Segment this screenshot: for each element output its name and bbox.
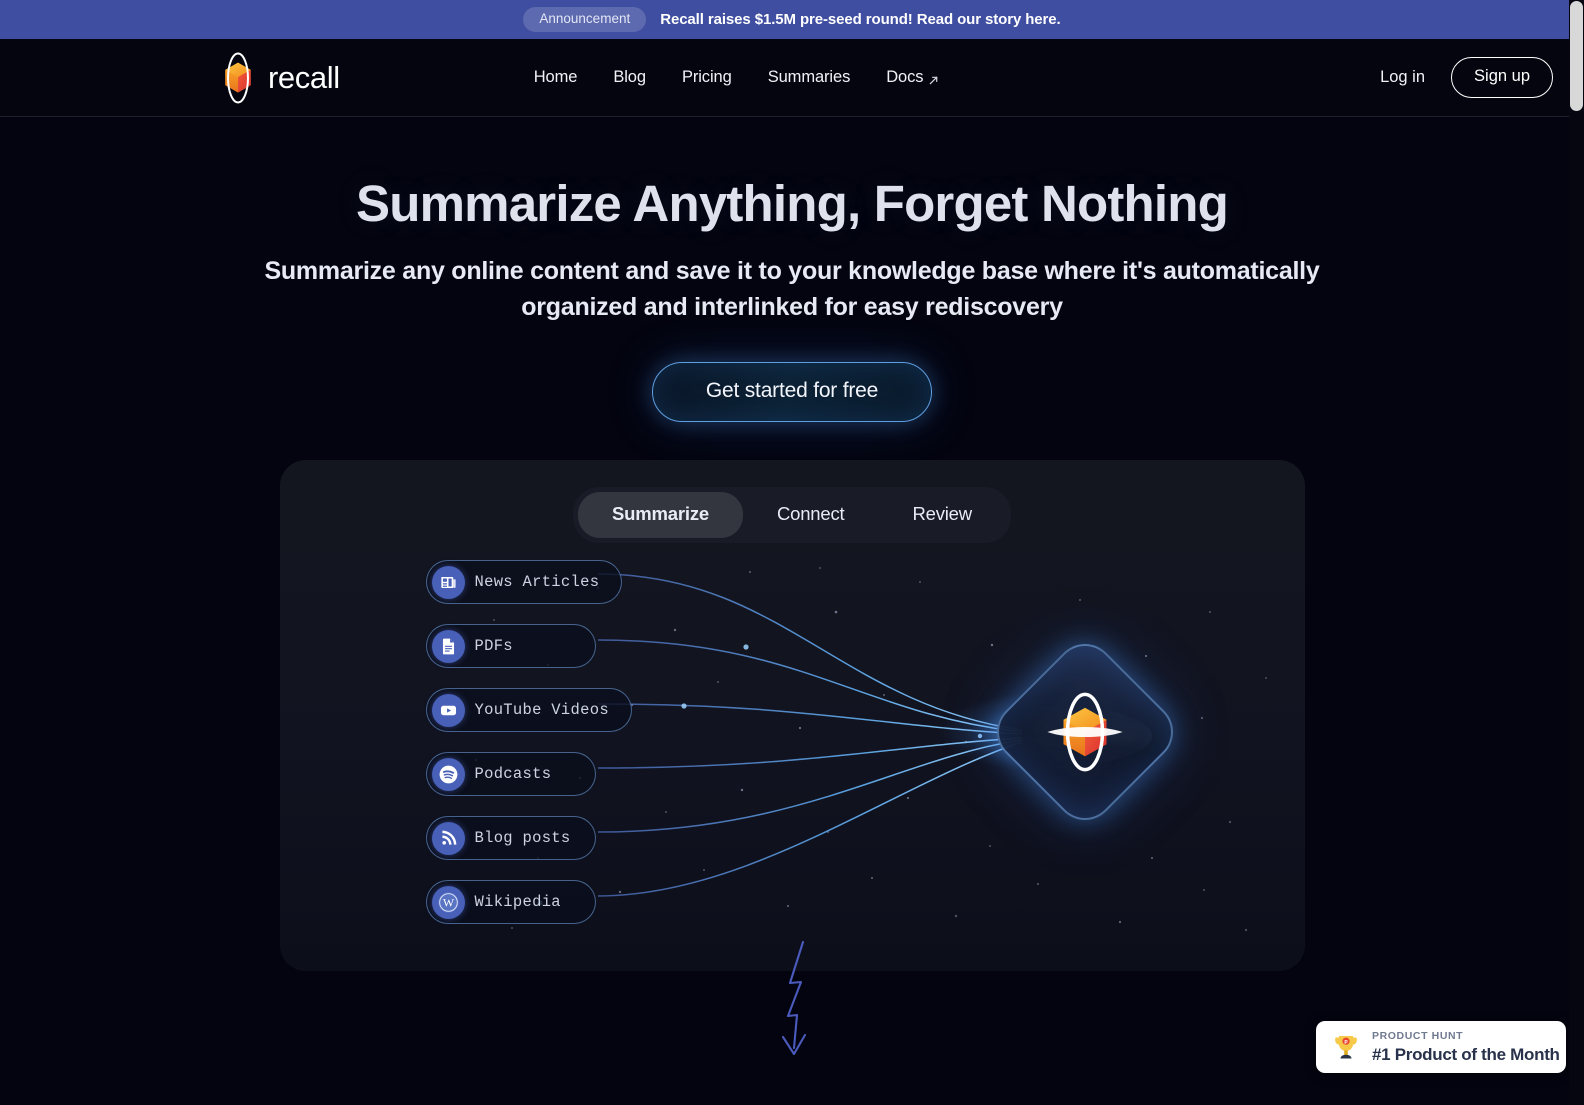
trophy-icon: P xyxy=(1330,1031,1362,1063)
site-header: recall Home Blog Pricing Summaries Docs xyxy=(0,39,1584,117)
source-label: YouTube Videos xyxy=(474,701,609,720)
source-list: News Articles PDFs YouTube Videos Podcas… xyxy=(425,560,632,925)
hero-subtitle: Summarize any online content and save it… xyxy=(264,257,1320,321)
nav-item-home[interactable]: Home xyxy=(534,68,578,87)
tab-summarize[interactable]: Summarize xyxy=(578,492,743,539)
tab-review[interactable]: Review xyxy=(878,492,1005,538)
source-item-youtube-videos[interactable]: YouTube Videos xyxy=(425,688,632,733)
nav-label: Blog xyxy=(613,68,646,86)
page-root: Announcement Recall raises $1.5M pre-see… xyxy=(0,0,1584,1105)
tab-connect[interactable]: Connect xyxy=(743,492,879,538)
product-hunt-title: #1 Product of the Month xyxy=(1372,1044,1560,1064)
nav-label: Docs xyxy=(886,68,924,86)
source-item-podcasts[interactable]: Podcasts xyxy=(425,752,596,797)
source-item-wikipedia[interactable]: W Wikipedia xyxy=(425,880,596,925)
source-item-pdfs[interactable]: PDFs xyxy=(425,624,596,669)
announcement-bar[interactable]: Announcement Recall raises $1.5M pre-see… xyxy=(0,0,1584,39)
product-hunt-kicker: PRODUCT HUNT xyxy=(1372,1030,1464,1043)
nav-label: Home xyxy=(533,68,578,86)
newspaper-icon xyxy=(431,565,465,599)
showcase-tabs: Summarize Connect Review xyxy=(280,460,1305,544)
source-item-blog-posts[interactable]: Blog posts xyxy=(425,816,596,861)
brand-name: recall xyxy=(268,60,340,95)
nav-item-docs[interactable]: Docs xyxy=(886,68,939,87)
source-graph: News Articles PDFs YouTube Videos Podcas… xyxy=(280,546,1305,971)
page-title: Summarize Anything, Forget Nothing xyxy=(356,175,1229,232)
source-item-news-articles[interactable]: News Articles xyxy=(425,560,623,605)
document-icon xyxy=(431,629,465,663)
cta-row: Get started for free xyxy=(0,362,1584,423)
source-label: Blog posts xyxy=(474,829,571,848)
wikipedia-icon: W xyxy=(431,885,465,919)
scroll-down-cue xyxy=(757,936,827,1061)
nav-item-summaries[interactable]: Summaries xyxy=(768,68,851,87)
source-label: PDFs xyxy=(474,637,513,656)
recall-logo-icon xyxy=(209,49,267,107)
external-link-icon xyxy=(928,72,939,85)
knowledge-base-node xyxy=(939,631,1185,833)
signup-button[interactable]: Sign up xyxy=(1451,57,1553,98)
announcement-badge: Announcement xyxy=(523,7,647,32)
nav-label: Summaries xyxy=(767,68,851,86)
main-nav: Home Blog Pricing Summaries Docs xyxy=(534,68,940,87)
login-link[interactable]: Log in xyxy=(1380,68,1425,87)
rss-icon xyxy=(431,821,465,855)
nav-item-pricing[interactable]: Pricing xyxy=(682,68,732,87)
hero-section: Summarize Anything, Forget Nothing Summa… xyxy=(0,117,1584,423)
source-label: Podcasts xyxy=(474,765,552,784)
get-started-button[interactable]: Get started for free xyxy=(651,362,933,423)
youtube-icon xyxy=(431,693,465,727)
zigzag-down-arrow-icon xyxy=(781,940,807,1056)
vertical-scrollbar[interactable] xyxy=(1569,0,1584,1105)
svg-text:W: W xyxy=(442,895,454,909)
nav-item-blog[interactable]: Blog xyxy=(613,68,646,87)
showcase-panel: Summarize Connect Review News Articles P… xyxy=(279,460,1305,972)
announcement-message[interactable]: Recall raises $1.5M pre-seed round! Read… xyxy=(660,11,1060,28)
auth-actions: Log in Sign up xyxy=(1380,57,1553,98)
brand-logo[interactable]: recall xyxy=(209,49,340,107)
product-hunt-badge[interactable]: P PRODUCT HUNT #1 Product of the Month xyxy=(1316,1021,1566,1073)
source-label: Wikipedia xyxy=(474,893,561,912)
scrollbar-thumb[interactable] xyxy=(1570,1,1583,111)
source-label: News Articles xyxy=(474,573,600,592)
spotify-icon xyxy=(431,757,465,791)
nav-label: Pricing xyxy=(681,68,732,86)
recall-logo-icon xyxy=(1042,689,1128,775)
